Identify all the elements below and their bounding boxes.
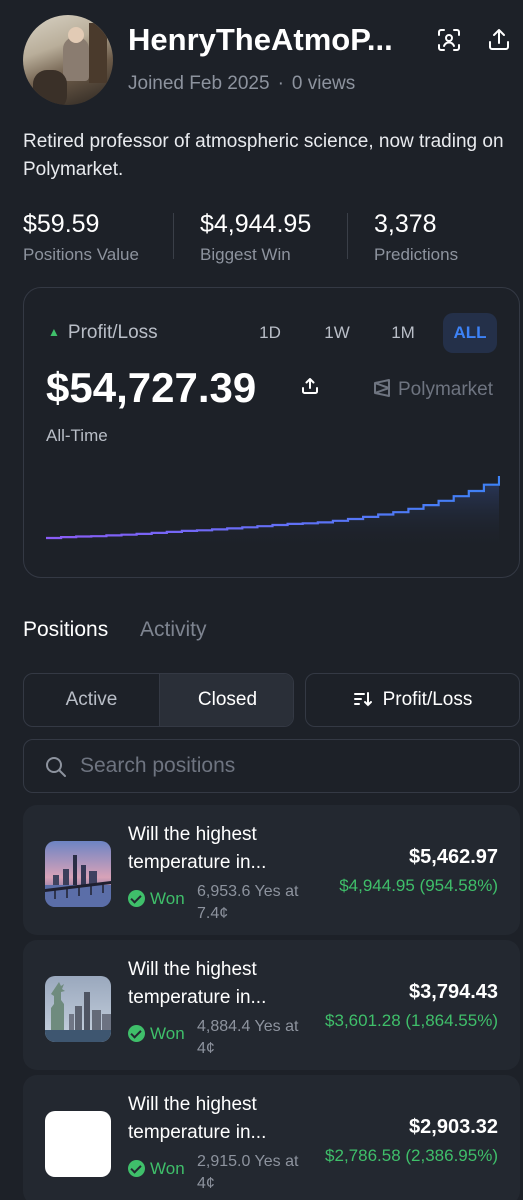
status-label: Won xyxy=(150,1159,185,1178)
market-thumbnail xyxy=(45,976,111,1042)
position-shares: 6,953.6 Yes at 7.4¢ xyxy=(197,883,299,922)
position-row[interactable]: Will the highest temperature in... Won 2… xyxy=(23,1075,520,1200)
sort-button[interactable]: Profit/Loss xyxy=(305,673,520,727)
brand-name: Polymarket xyxy=(398,379,494,400)
market-thumbnail xyxy=(45,1111,111,1177)
share-pnl-icon[interactable] xyxy=(300,376,320,396)
scan-face-icon[interactable] xyxy=(435,26,463,54)
position-pnl: $2,786.58 (2,386.95%) xyxy=(325,1146,498,1165)
search-input[interactable] xyxy=(80,740,500,792)
range-1d[interactable]: 1D xyxy=(248,313,292,353)
stat-divider xyxy=(173,213,174,259)
tab-positions[interactable]: Positions xyxy=(23,618,108,642)
meta-separator: · xyxy=(277,73,284,94)
pnl-label: ▲ Profit/Loss xyxy=(48,322,158,344)
status-badge: Won xyxy=(128,889,185,909)
range-all[interactable]: ALL xyxy=(443,313,497,353)
tab-activity[interactable]: Activity xyxy=(140,618,207,642)
status-label: Won xyxy=(150,1024,185,1043)
check-circle-icon xyxy=(128,890,145,907)
check-circle-icon xyxy=(128,1025,145,1042)
position-question: Will the highest temperature in... xyxy=(128,824,267,873)
position-value: $5,462.97 xyxy=(409,846,498,868)
stat-divider xyxy=(347,213,348,259)
pnl-label-text: Profit/Loss xyxy=(67,322,158,343)
profile-meta: Joined Feb 2025 · 0 views xyxy=(128,73,355,95)
stat-value: $59.59 xyxy=(23,210,100,238)
avatar xyxy=(23,15,113,105)
profile-bio: Retired professor of atmospheric science… xyxy=(23,131,504,180)
position-value: $2,903.32 xyxy=(409,1116,498,1138)
stat-value: $4,944.95 xyxy=(200,210,312,238)
position-question: Will the highest temperature in... xyxy=(128,959,267,1008)
up-triangle-icon: ▲ xyxy=(48,325,60,339)
position-value: $3,794.43 xyxy=(409,981,498,1003)
view-count: 0 views xyxy=(291,73,356,94)
polymarket-brand: Polymarket xyxy=(372,378,493,401)
check-circle-icon xyxy=(128,1160,145,1177)
stat-biggest-win: $4,944.95 Biggest Win xyxy=(200,210,311,265)
stat-label: Predictions xyxy=(374,245,459,264)
joined-date: Joined Feb 2025 xyxy=(128,73,270,94)
filter-closed[interactable]: Closed xyxy=(159,674,293,726)
status-label: Won xyxy=(150,889,185,908)
market-thumbnail xyxy=(45,841,111,907)
sort-icon xyxy=(353,692,372,707)
polymarket-logo-icon xyxy=(374,379,390,397)
stat-label: Positions Value xyxy=(23,245,139,264)
status-badge: Won xyxy=(128,1159,185,1179)
search-bar xyxy=(23,739,520,793)
range-1w[interactable]: 1W xyxy=(315,313,359,353)
stat-value: 3,378 xyxy=(374,210,437,238)
stat-predictions: 3,378 Predictions xyxy=(374,210,458,265)
profile-username: HenryTheAtmoP... xyxy=(128,22,393,57)
position-pnl: $3,601.28 (1,864.55%) xyxy=(325,1011,498,1030)
pnl-chart xyxy=(46,476,500,550)
range-1m[interactable]: 1M xyxy=(381,313,425,353)
search-icon xyxy=(46,757,66,777)
position-question: Will the highest temperature in... xyxy=(128,1094,267,1143)
status-badge: Won xyxy=(128,1024,185,1044)
position-row[interactable]: Will the highest temperature in... Won 6… xyxy=(23,805,520,935)
pnl-value: $54,727.39 xyxy=(46,364,257,411)
filter-active[interactable]: Active xyxy=(24,674,159,726)
chart-area xyxy=(46,476,499,550)
share-icon[interactable] xyxy=(485,26,513,54)
position-row[interactable]: Will the highest temperature in... Won 4… xyxy=(23,940,520,1070)
stat-label: Biggest Win xyxy=(200,245,291,264)
position-shares: 2,915.0 Yes at 4¢ xyxy=(197,1153,299,1192)
stat-positions-value: $59.59 Positions Value xyxy=(23,210,139,265)
sort-label: Profit/Loss xyxy=(382,689,473,710)
pnl-period: All-Time xyxy=(46,426,108,445)
position-shares: 4,884.4 Yes at 4¢ xyxy=(197,1018,299,1057)
status-filter: Active Closed xyxy=(23,673,294,727)
position-pnl: $4,944.95 (954.58%) xyxy=(339,876,498,895)
